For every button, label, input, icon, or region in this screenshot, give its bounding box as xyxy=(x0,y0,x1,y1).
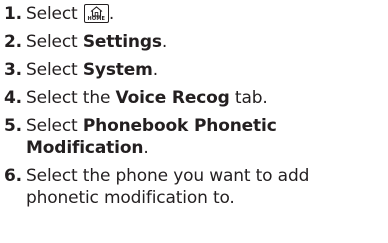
step-1: 1. Select HOME . xyxy=(4,3,386,25)
step-text: Select xyxy=(26,116,83,136)
step-emphasis: Settings xyxy=(82,32,162,52)
instruction-steps: 1. Select HOME . 2. Select Settings. 3. … xyxy=(4,3,386,215)
step-text: Select xyxy=(26,4,83,24)
step-2: 2. Select Settings. xyxy=(4,31,386,53)
step-number: 3. xyxy=(4,60,22,80)
step-4: 4. Select the Voice Recog tab. xyxy=(4,87,386,109)
step-emphasis: System xyxy=(82,60,153,80)
step-number: 5. xyxy=(4,116,22,136)
step-text-end: . xyxy=(108,4,115,24)
step-5: 5. Select Phonebook Phonetic Modificatio… xyxy=(4,115,386,159)
step-text-end: . xyxy=(143,138,149,158)
step-number: 1. xyxy=(4,4,22,24)
step-emphasis: Voice Recog xyxy=(115,88,230,108)
step-number: 4. xyxy=(4,88,22,108)
home-button-icon: HOME xyxy=(83,4,109,23)
step-number: 2. xyxy=(4,32,22,52)
step-text: Select the xyxy=(26,88,116,108)
home-icon-label: HOME xyxy=(87,16,106,22)
step-3: 3. Select System. xyxy=(4,59,386,81)
step-text-end: tab. xyxy=(229,88,268,108)
step-text-end: . xyxy=(161,32,168,52)
step-6: 6. Select the phone you want to add phon… xyxy=(4,165,386,209)
step-text: Select xyxy=(26,60,83,80)
step-text: Select xyxy=(26,32,83,52)
step-text-end: . xyxy=(152,60,158,80)
step-number: 6. xyxy=(4,166,22,186)
step-text: Select the phone you want to add phoneti… xyxy=(26,166,310,208)
